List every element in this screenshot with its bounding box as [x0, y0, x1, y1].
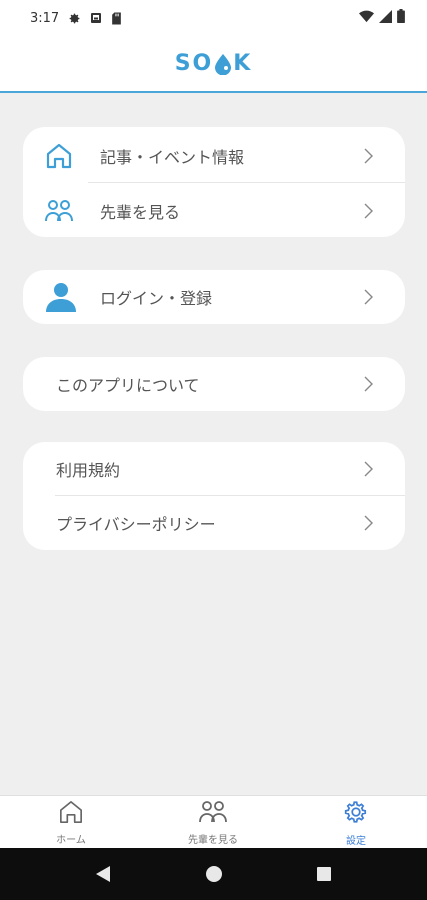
- about-card: このアプリについて: [23, 357, 405, 411]
- menu-label-privacy: プライバシーポリシー: [56, 515, 216, 534]
- tab-seniors-label: 先輩を見る: [188, 834, 238, 846]
- app-header: S O K: [0, 36, 427, 93]
- bottom-tab-bar: ホーム 先輩を見る 設定: [0, 795, 427, 848]
- menu-label-login-register: ログイン・登録: [100, 289, 213, 308]
- tab-settings[interactable]: 設定: [285, 796, 427, 849]
- chevron-right-icon: [364, 289, 373, 305]
- battery-icon: [397, 9, 405, 27]
- menu-item-articles-events[interactable]: 記事・イベント情報: [23, 129, 405, 183]
- people-icon: [199, 800, 227, 828]
- logo-letter-o: O: [192, 51, 214, 76]
- tab-settings-label: 設定: [346, 835, 366, 847]
- legal-card: 利用規約 プライバシーポリシー: [23, 442, 405, 550]
- menu-label-articles-events: 記事・イベント情報: [100, 148, 245, 167]
- menu-label-terms: 利用規約: [56, 461, 121, 480]
- app-logo: S O K: [175, 51, 253, 76]
- menu-item-login-register[interactable]: ログイン・登録: [23, 270, 405, 324]
- menu-item-privacy[interactable]: プライバシーポリシー: [23, 496, 405, 550]
- status-time: 3:17: [30, 10, 60, 26]
- gear-icon: [68, 12, 81, 25]
- chevron-right-icon: [364, 461, 373, 477]
- home-icon: [58, 800, 84, 828]
- menu-item-about-app[interactable]: このアプリについて: [23, 357, 405, 411]
- chevron-right-icon: [364, 515, 373, 531]
- menu-label-about-app: このアプリについて: [56, 376, 200, 395]
- settings-content: 記事・イベント情報 先輩を見る ログイン・登録 このアプリについて 利用規約 プ…: [0, 95, 427, 795]
- recents-icon[interactable]: [316, 866, 332, 882]
- user-icon: [45, 282, 77, 312]
- logo-letter-s: S: [174, 51, 193, 76]
- back-icon[interactable]: [95, 865, 111, 883]
- wifi-icon: [359, 10, 374, 27]
- chevron-right-icon: [364, 203, 373, 219]
- logo-letter-k: K: [233, 51, 253, 76]
- menu-item-see-seniors[interactable]: 先輩を見る: [23, 184, 405, 238]
- account-card: ログイン・登録: [23, 270, 405, 324]
- people-icon: [45, 199, 73, 223]
- chevron-right-icon: [364, 148, 373, 164]
- home-circle-icon[interactable]: [205, 865, 223, 883]
- water-drop-icon: [214, 53, 232, 75]
- chevron-right-icon: [364, 376, 373, 392]
- menu-label-see-seniors: 先輩を見る: [100, 203, 181, 222]
- explore-card: 記事・イベント情報 先輩を見る: [23, 127, 405, 237]
- tab-home[interactable]: ホーム: [0, 796, 142, 849]
- menu-item-terms[interactable]: 利用規約: [23, 442, 405, 496]
- divider: [88, 182, 405, 183]
- system-nav-bar: [0, 848, 427, 900]
- status-bar: 3:17: [0, 0, 427, 36]
- tab-home-label: ホーム: [56, 834, 86, 846]
- signal-icon: [379, 9, 392, 27]
- home-icon: [45, 143, 73, 169]
- gear-icon: [343, 799, 369, 829]
- image-icon: [90, 12, 102, 24]
- tab-seniors[interactable]: 先輩を見る: [142, 796, 284, 849]
- sdcard-icon: [111, 12, 122, 25]
